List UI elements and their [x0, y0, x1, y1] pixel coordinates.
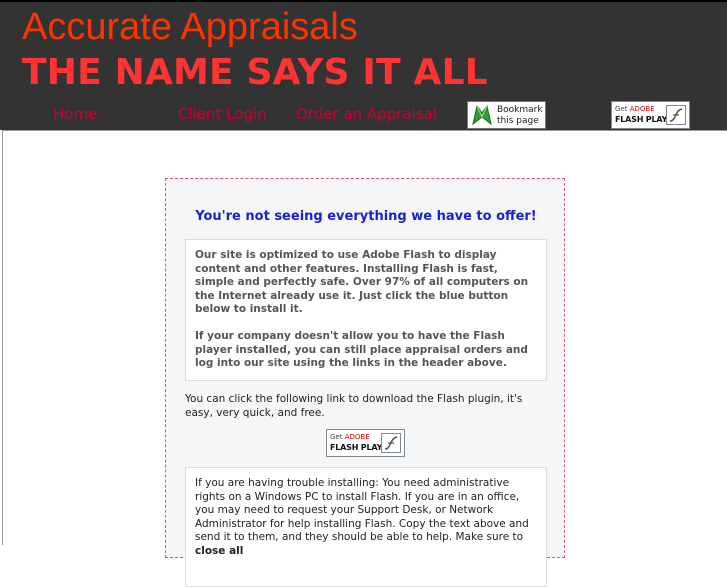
flash-get-word: Get	[615, 105, 628, 113]
flash-adobe-word: ADOBE	[629, 105, 655, 113]
bookmark-label-line2: this page	[497, 116, 539, 126]
nav-order-appraisal-link[interactable]: Order an Appraisal	[296, 105, 437, 123]
site-title: Accurate Appraisals	[22, 6, 358, 48]
notice-heading: You're not seeing everything we have to …	[195, 209, 537, 224]
bookmark-label: Bookmark this page	[497, 105, 543, 127]
header-get-flash-button[interactable]: Get ADOBE FLASH PLAYER	[611, 101, 690, 129]
nav-home-link[interactable]: Home	[53, 105, 97, 123]
flash-info-paragraph-2: If your company doesn't allow you to hav…	[195, 330, 528, 369]
nav-client-login-link[interactable]: Client Login	[178, 105, 267, 123]
site-tagline: THE NAME SAYS IT ALL	[22, 52, 488, 93]
install-trouble-main: If you are having trouble installing: Yo…	[195, 477, 529, 543]
download-flash-button[interactable]: Get ADOBE FLASH PLAYER	[326, 429, 405, 457]
site-header: Accurate Appraisals THE NAME SAYS IT ALL…	[0, 0, 727, 130]
download-instructions: You can click the following link to down…	[185, 393, 523, 419]
install-trouble-emphasis: close all	[195, 544, 244, 557]
install-trouble-text: If you are having trouble installing: Yo…	[195, 477, 537, 558]
download-flash-get-word: Get	[330, 433, 343, 441]
flash-notice-box: You're not seeing everything we have to …	[165, 178, 565, 587]
download-flash-f-icon	[381, 433, 401, 453]
bookmark-button[interactable]: Bookmark this page	[467, 101, 546, 129]
bookmark-leaf-icon	[472, 104, 492, 126]
install-trouble-box: If you are having trouble installing: Yo…	[185, 467, 547, 587]
flash-info-paragraph-1: Our site is optimized to use Adobe Flash…	[195, 249, 529, 315]
flash-get-label: Get ADOBE	[615, 105, 655, 113]
bookmark-label-line1: Bookmark	[497, 105, 543, 115]
flash-info-box: Our site is optimized to use Adobe Flash…	[185, 239, 547, 381]
download-flash-adobe-word: ADOBE	[344, 433, 370, 441]
flash-f-icon	[666, 105, 686, 125]
download-flash-get-label: Get ADOBE	[330, 433, 370, 441]
